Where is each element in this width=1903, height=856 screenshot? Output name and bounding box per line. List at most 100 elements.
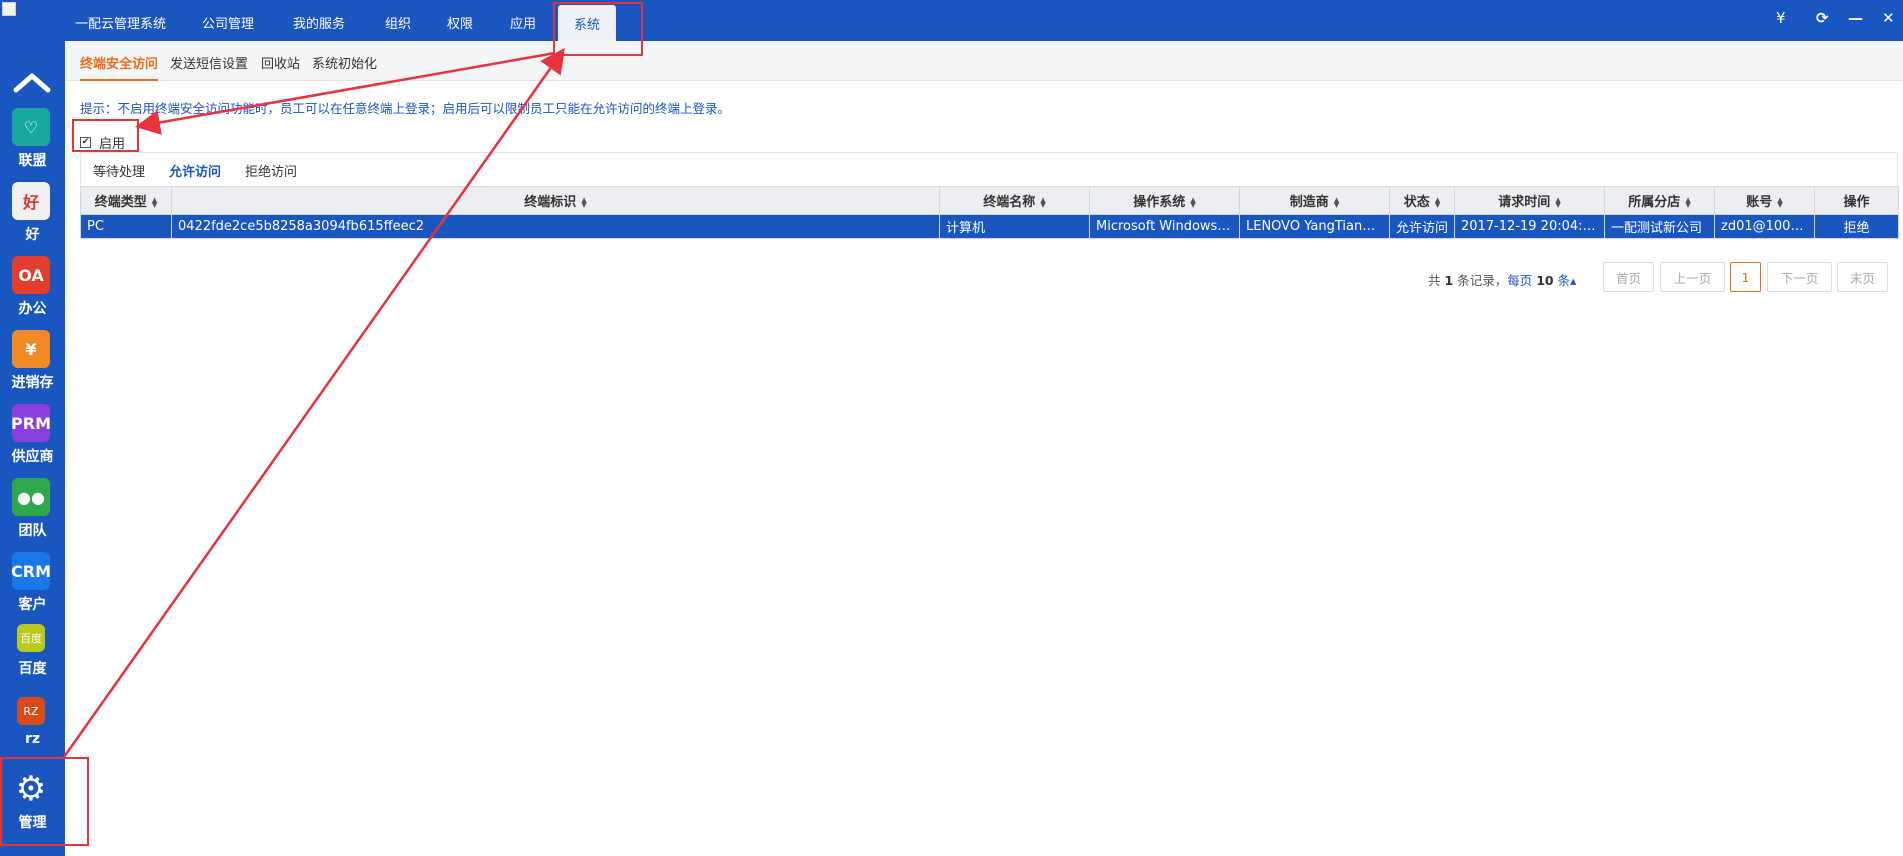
sidebar-item-baidu[interactable]: 百度 百度 [0,624,65,694]
per-page-label: 每页 [1507,273,1533,288]
column-header[interactable]: 终端类型 ▲ ▼ [80,186,172,215]
column-header[interactable]: 终端名称 ▲ ▼ [939,186,1090,215]
per-page-suffix: 条 [1557,273,1571,288]
annotation-box-enable [72,119,139,152]
tab-pending[interactable]: 等待处理 [93,161,145,180]
column-header[interactable]: 账号 ▲ ▼ [1714,186,1815,215]
baidu-icon: 百度 [17,624,45,652]
subtab-recycle-bin[interactable]: 回收站 [261,53,300,72]
sidebar-item-hao[interactable]: 好好 [0,182,65,252]
app-title: 一配云管理系统 [75,17,167,32]
tab-company[interactable]: 公司管理 [202,13,254,32]
sort-icon[interactable]: ▲ ▼ [581,196,586,208]
column-header-label: 终端标识 [524,195,577,210]
refresh-icon[interactable]: ⟳ [1816,9,1829,27]
column-header[interactable]: 终端标识 ▲ ▼ [171,186,940,215]
table-cell: Microsoft Windows 1… [1089,214,1240,239]
table-header-row: 终端类型 ▲ ▼ 终端标识 ▲ ▼ 终端名称 ▲ ▼ 操作系统 ▲ ▼ 制造商 ▲ ▼ 状态 ▲ ▼ 请求时间 ▲ ▼ 所… [80,186,1899,215]
caret-up-icon: ▴ [1570,273,1577,288]
sidebar-item-crm[interactable]: CRM 客户 [0,552,65,622]
top-navigation-bar: 一配云管理系统 公司管理 我的服务 组织 权限 应用 系统 ¥ ⟳ — ✕ [65,0,1903,41]
sidebar-item-label: 办公 [18,301,47,317]
crm-icon: CRM [11,552,51,590]
column-header-label: 请求时间 [1498,195,1551,210]
sidebar-item-label: 团队 [18,523,47,539]
sort-icon[interactable]: ▲ ▼ [1040,196,1045,208]
close-icon[interactable]: ✕ [1882,9,1895,27]
tab-allowed[interactable]: 允许访问 [169,161,221,180]
column-header-label: 状态 [1403,195,1430,210]
sidebar-item-label: 好 [25,227,40,243]
sort-icon[interactable]: ▲ ▼ [1190,196,1195,208]
sidebar-item-alliance[interactable]: ♡ 联盟 [0,108,65,178]
tab-my-services[interactable]: 我的服务 [293,13,345,32]
table-cell: 一配测试新公司 [1604,214,1715,239]
collapse-up-icon[interactable] [12,70,52,94]
subtab-terminal-security[interactable]: 终端安全访问 [80,53,159,81]
sidebar-item-inventory[interactable]: ¥ 进销存 [0,330,65,400]
rz-icon: RZ [17,697,45,725]
sidebar-item-label: 供应商 [11,449,54,465]
prev-page-button[interactable]: 上一页 [1660,262,1725,292]
sidebar-item-label: rz [24,731,41,747]
table-cell: 允许访问 [1389,214,1455,239]
tab-organization[interactable]: 组织 [385,13,411,32]
table-cell: LENOVO YangTianR… [1239,214,1390,239]
column-header[interactable]: 请求时间 ▲ ▼ [1454,186,1605,215]
sidebar-item-label: 进销存 [11,375,54,391]
column-header[interactable]: 制造商 ▲ ▼ [1239,186,1390,215]
column-header-label: 终端类型 [94,195,147,210]
column-header-label: 所属分店 [1628,195,1681,210]
hao-icon: 好 [12,182,50,220]
column-header[interactable]: 所属分店 ▲ ▼ [1604,186,1715,215]
deny-action-link[interactable]: 拒绝 [1814,214,1899,239]
sort-icon[interactable]: ▲ ▼ [1334,196,1339,208]
inventory-icon: ¥ [12,330,50,368]
column-header[interactable]: 操作系统 ▲ ▼ [1089,186,1240,215]
tab-denied[interactable]: 拒绝访问 [245,161,297,180]
subtab-system-init[interactable]: 系统初始化 [312,53,377,72]
column-header-label: 操作 [1843,195,1870,210]
per-page-value: 10 [1536,273,1554,288]
minimize-icon[interactable]: — [1848,9,1863,27]
sort-icon[interactable]: ▲ ▼ [1685,196,1690,208]
column-header[interactable]: 状态 ▲ ▼ [1389,186,1455,215]
sort-icon[interactable]: ▲ ▼ [1555,196,1560,208]
annotation-arrows [62,47,565,758]
broken-image-icon [2,2,16,16]
sort-icon[interactable]: ▲ ▼ [152,196,157,208]
table-body: PC 0422fde2ce5b8258a3094fb615ffeec2 计算机 Mic… [80,214,1899,239]
app-logo [0,0,65,70]
column-header-label: 账号 [1746,195,1773,210]
sort-icon[interactable]: ▲ ▼ [1777,196,1782,208]
per-page-select[interactable]: 每页 10 条▴ [1507,273,1576,288]
terminal-table: 终端类型 ▲ ▼ 终端标识 ▲ ▼ 终端名称 ▲ ▼ 操作系统 ▲ ▼ 制造商 ▲ ▼ 状态 ▲ ▼ 请求时间 ▲ ▼ 所… [80,186,1899,239]
team-icon: ●● [12,478,50,516]
table-cell: PC [80,214,172,239]
sidebar-item-office[interactable]: OA 办公 [0,256,65,326]
table-row[interactable]: PC 0422fde2ce5b8258a3094fb615ffeec2 计算机 Mic… [80,214,1899,239]
tab-apps[interactable]: 应用 [510,13,536,32]
subtab-sms-settings[interactable]: 发送短信设置 [170,53,248,72]
column-header[interactable]: 操作 [1814,186,1899,215]
next-page-button[interactable]: 下一页 [1767,262,1832,292]
table-cell: 计算机 [939,214,1090,239]
column-header-label: 操作系统 [1133,195,1186,210]
sub-tabs: 终端安全访问 发送短信设置 回收站 系统初始化 [65,41,1903,81]
sidebar-item-supplier[interactable]: PRM 供应商 [0,404,65,474]
column-header-label: 制造商 [1289,195,1329,210]
alliance-icon: ♡ [12,108,50,146]
status-tabs: 等待处理 允许访问 拒绝访问 [80,152,1898,186]
table-cell: zd01@100005 [1714,214,1815,239]
first-page-button[interactable]: 首页 [1603,262,1654,292]
current-page-button[interactable]: 1 [1730,262,1761,292]
yen-icon[interactable]: ¥ [1776,9,1786,27]
tab-permissions[interactable]: 权限 [447,13,473,32]
sort-icon[interactable]: ▲ ▼ [1435,196,1440,208]
last-page-button[interactable]: 末页 [1837,262,1888,292]
annotation-box-manage [0,757,89,846]
sidebar-item-label: 百度 [18,661,47,677]
sidebar-item-label: 联盟 [18,153,47,169]
sidebar-item-team[interactable]: ●● 团队 [0,478,65,548]
pager-prefix: 共 [1428,273,1441,288]
